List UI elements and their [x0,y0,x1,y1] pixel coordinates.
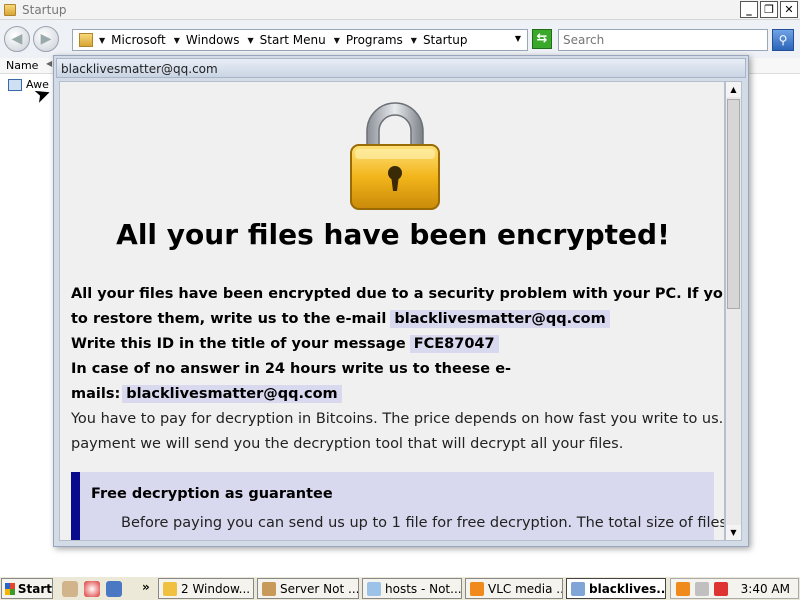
vlc-tray-icon[interactable] [676,581,690,596]
taskbar-item[interactable]: hosts - Not... [362,578,462,599]
explorer-titlebar: Startup _ ❐ ✕ [0,0,800,20]
folder-icon [163,581,177,596]
chevron-down-icon[interactable]: ▼ [515,34,521,43]
breadcrumb[interactable]: ▼ Microsoft ▼ Windows ▼ Start Menu ▼ Program… [72,29,528,51]
minimize-button[interactable]: _ [740,1,758,18]
search-input[interactable] [558,29,768,51]
contact-email-2[interactable]: blacklivesmatter@qq.com [122,385,342,403]
taskbar-item[interactable]: 2 Window... [158,578,254,599]
message-line: mails: blacklivesmatter@qq.com [71,382,721,407]
folder-icon [4,3,16,16]
window-icon [571,581,585,596]
message-line: In case of no answer in 24 hours write u… [71,361,512,377]
media-icon[interactable] [106,581,122,597]
padlock-icon [350,102,440,210]
quicklaunch-overflow-icon[interactable]: » [142,580,150,594]
message-paragraph: All your files have been encrypted due t… [71,282,725,457]
browser-icon [262,581,276,596]
message-line: Write this ID in the title of your messa… [71,332,721,357]
message-line: All your files have been encrypted due t… [71,286,725,302]
guarantee-title: Free decryption as guarantee [91,486,333,502]
payment-line: You have to pay for decryption in Bitcoi… [71,411,725,427]
scroll-thumb[interactable] [727,99,740,309]
guarantee-text: Before paying you can send us up to 1 fi… [121,515,725,531]
scroll-down-icon[interactable]: ▼ [726,525,741,540]
vlc-icon [470,581,484,596]
breadcrumb-item[interactable]: ▼ Microsoft [99,33,166,47]
vertical-scrollbar[interactable]: ▲ ▼ [725,81,742,541]
refresh-button[interactable]: ⇆ [532,29,552,49]
start-button[interactable]: Start [1,578,53,599]
note-titlebar: blacklivesmatter@qq.com [56,58,746,78]
search-icon[interactable]: ⚲ [772,29,794,51]
scroll-up-icon[interactable]: ▲ [726,82,741,97]
taskbar-item-active[interactable]: blacklives... [566,578,666,599]
taskbar-item[interactable]: Server Not ... [257,578,359,599]
breadcrumb-item[interactable]: ▼ Windows [174,33,240,47]
mouse-cursor-icon: ➤ [30,79,55,109]
guarantee-box: Free decryption as guarantee Before payi… [71,472,724,540]
back-button[interactable]: ◀ [4,26,30,52]
show-desktop-icon[interactable] [62,581,78,597]
breadcrumb-item[interactable]: ▼ Startup [411,33,468,47]
clock: 3:40 AM [740,582,790,596]
note-content: All your files have been encrypted! All … [59,81,725,541]
restore-button[interactable]: ❐ [760,1,778,18]
column-name[interactable]: Name [6,59,38,72]
payment-line: payment we will send you the decryption … [71,436,624,452]
contact-email[interactable]: blacklivesmatter@qq.com [390,310,610,328]
sort-arrow-icon: ◀ [46,59,53,68]
close-button[interactable]: ✕ [780,1,798,18]
network-icon[interactable] [695,581,709,596]
headline: All your files have been encrypted! [116,218,670,251]
folder-icon [79,33,93,47]
shortcut-icon [8,78,22,91]
ransom-note-window: blacklivesmatter@qq.com All your files h… [53,55,749,547]
window-controls: _ ❐ ✕ [740,1,798,18]
volume-muted-icon[interactable] [714,581,728,596]
breadcrumb-item[interactable]: ▼ Programs [334,33,403,47]
windows-logo-icon [5,582,15,595]
explorer-title: Startup [22,2,67,17]
victim-id[interactable]: FCE87047 [409,335,499,353]
breadcrumb-item[interactable]: ▼ Start Menu [248,33,326,47]
taskbar: Start » 2 Window... Server Not ... hosts… [0,576,800,600]
notepad-icon [367,581,381,596]
address-bar: ◀ ▶ ▼ Microsoft ▼ Windows ▼ Start Menu ▼ Pro… [0,20,800,58]
message-line: to restore them, write us to the e-mail b… [71,307,721,332]
forward-button[interactable]: ▶ [33,26,59,52]
system-tray: 3:40 AM [670,578,799,599]
browser-icon[interactable] [84,581,100,597]
taskbar-item[interactable]: VLC media ... [465,578,563,599]
